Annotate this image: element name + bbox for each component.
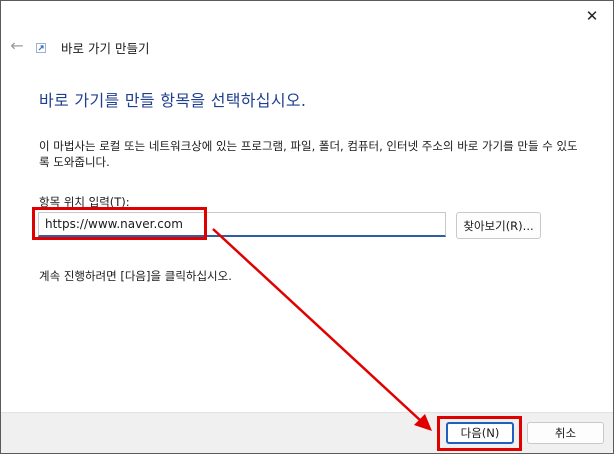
continue-instruction: 계속 진행하려면 [다음]을 클릭하십시오. [39,269,232,283]
close-icon: ✕ [585,7,599,25]
wizard-description: 이 마법사는 로컬 또는 네트워크상에 있는 프로그램, 파일, 폴더, 컴퓨터… [39,139,578,169]
back-arrow-icon: ← [10,36,24,55]
shortcut-wizard-icon [36,43,46,53]
page-heading: 바로 가기를 만들 항목을 선택하십시오. [39,91,307,110]
location-input[interactable] [38,212,446,237]
create-shortcut-dialog: ✕ ← 바로 가기 만들기 바로 가기를 만들 항목을 선택하십시오. 이 마법… [0,0,614,454]
location-field-label: 항목 위치 입력(T): [39,195,130,209]
cancel-button[interactable]: 취소 [527,422,604,444]
dialog-title: 바로 가기 만들기 [61,41,150,56]
back-button[interactable]: ← [7,37,27,55]
browse-button[interactable]: 찾아보기(R)... [456,212,541,239]
close-button[interactable]: ✕ [577,5,607,27]
next-button[interactable]: 다음(N) [446,422,514,444]
dialog-footer [1,412,613,453]
